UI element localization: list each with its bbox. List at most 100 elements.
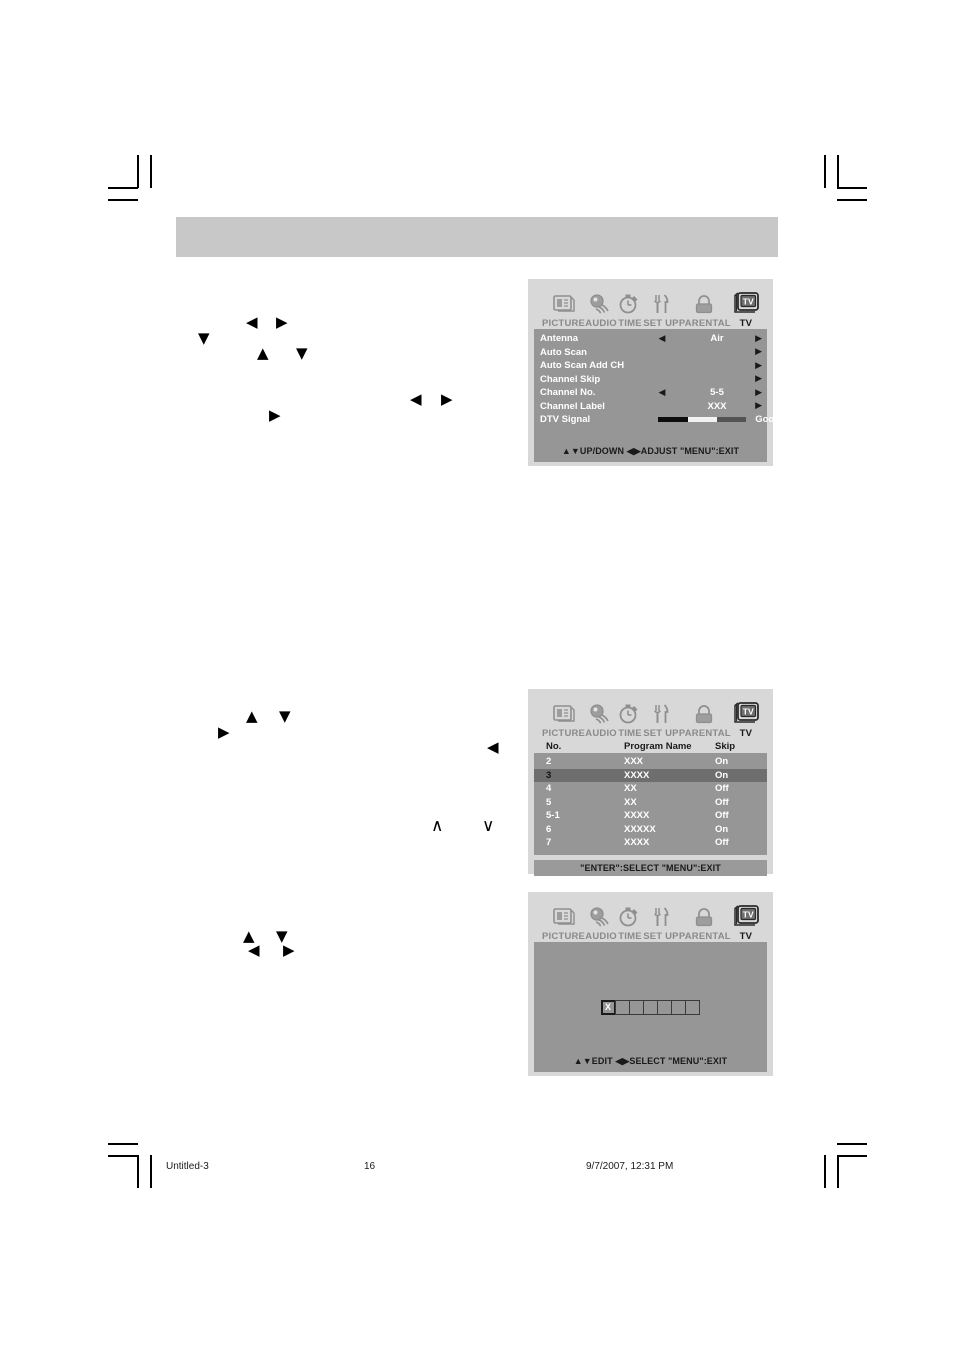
osd-panel-channel-label: PICTURE AUDIO TIME SET UP PARENTAL TV TV X ▲▼E…: [528, 892, 773, 1076]
cell-skip-state: On: [715, 823, 729, 835]
osd-body-tv-menu: Antenna ◀ Air ▶ Auto Scan ▶ Auto Scan Add CH ▶ C…: [534, 329, 780, 462]
osd-tab-label: TIME: [618, 728, 642, 739]
channel-label-cell[interactable]: X: [600, 999, 616, 1015]
right-arrow-icon[interactable]: ▶: [746, 374, 762, 384]
tv-menu-row[interactable]: Channel Label XXX ▶: [534, 400, 767, 414]
cell-program-name: XXXX: [624, 769, 650, 781]
dtv-signal-segment: [687, 417, 717, 423]
cell-program-name: XXX: [624, 756, 644, 768]
channel-label-cell[interactable]: [684, 999, 700, 1015]
channel-label-cell[interactable]: [614, 999, 630, 1015]
osd-tab-label: PARENTAL: [678, 728, 731, 739]
osd-tab-tv[interactable]: TV TV: [731, 700, 761, 739]
crop-mark-bottom-right: [812, 1143, 872, 1191]
table-row[interactable]: 2 XXX On: [534, 755, 767, 769]
right-arrow-icon[interactable]: ▶: [746, 401, 762, 411]
osd-tab-label: PARENTAL: [678, 318, 731, 329]
tv-menu-row[interactable]: Channel No. ◀ 5-5 ▶: [534, 386, 767, 400]
osd-tab-audio[interactable]: AUDIO: [585, 903, 617, 942]
osd-tab-picture[interactable]: PICTURE: [542, 290, 585, 329]
tv-menu-row[interactable]: Antenna ◀ Air ▶: [534, 332, 767, 346]
cell-channel-no: 3: [546, 769, 552, 781]
osd-tab-set-up[interactable]: SET UP: [643, 290, 679, 329]
footer-page-number: 16: [364, 1161, 376, 1172]
tv-set-icon: TV: [731, 290, 761, 316]
right-arrow-icon: ▶: [283, 941, 295, 959]
right-arrow-icon[interactable]: ▶: [746, 361, 762, 371]
osd-tab-audio[interactable]: AUDIO: [585, 290, 617, 329]
tv-menu-row[interactable]: Auto Scan Add CH ▶: [534, 359, 767, 373]
osd-tab-picture[interactable]: PICTURE: [542, 903, 585, 942]
osd-tab-audio[interactable]: AUDIO: [585, 700, 617, 739]
osd-tab-time[interactable]: TIME: [617, 903, 643, 942]
cell-program-name: XX: [624, 783, 637, 795]
down-arrow-icon: ▼: [279, 707, 291, 725]
osd-tab-label: TIME: [618, 318, 642, 329]
crop-mark-bottom-left: [108, 1143, 168, 1191]
osd-tab-label: PICTURE: [542, 318, 586, 329]
osd-tab-label: TV: [739, 728, 753, 739]
dtv-signal-label: DTV Signal: [540, 414, 591, 426]
crop-mark-top-left: [108, 155, 168, 203]
cell-channel-no: 5: [546, 796, 552, 808]
osd-tab-time[interactable]: TIME: [617, 700, 643, 739]
tv-menu-row-value: Air: [710, 333, 724, 345]
osd-hint-channel-skip: "ENTER":SELECT "MENU":EXIT: [534, 860, 767, 876]
tv-set-icon: TV: [731, 903, 761, 929]
cell-program-name: XXXX: [624, 810, 650, 822]
right-arrow-icon[interactable]: ▶: [746, 334, 762, 344]
osd-tab-time[interactable]: TIME: [617, 290, 643, 329]
padlock-icon: [692, 903, 718, 929]
osd-tab-label: TV: [739, 931, 753, 942]
tv-menu-row-label: Auto Scan Add CH: [540, 360, 625, 372]
osd-body-channel-label: X ▲▼EDIT ◀▶SELECT "MENU":EXIT: [534, 942, 767, 1072]
osd-tab-tv[interactable]: TV TV: [731, 290, 761, 329]
picture-monitor-icon: [551, 290, 577, 316]
tv-menu-row[interactable]: Auto Scan ▶: [534, 346, 767, 360]
channel-label-cell[interactable]: [670, 999, 686, 1015]
column-header-no: No.: [546, 740, 562, 752]
osd-tab-parental[interactable]: PARENTAL: [679, 903, 731, 942]
left-arrow-icon[interactable]: ◀: [636, 388, 688, 398]
osd-tab-set-up[interactable]: SET UP: [643, 700, 679, 739]
table-row[interactable]: 7 XXXX Off: [534, 836, 767, 850]
osd-tab-parental[interactable]: PARENTAL: [679, 700, 731, 739]
osd-tab-picture[interactable]: PICTURE: [542, 700, 585, 739]
stopwatch-icon: [617, 290, 643, 316]
left-arrow-icon: ◀: [248, 941, 260, 959]
column-header-program-name: Program Name: [624, 740, 692, 752]
right-arrow-icon[interactable]: ▶: [746, 388, 762, 398]
table-row[interactable]: 3 XXXX On: [534, 768, 767, 782]
osd-tab-label: PARENTAL: [678, 931, 731, 942]
right-arrow-icon[interactable]: ▶: [746, 347, 762, 357]
speaker-waves-icon: [588, 700, 614, 726]
table-row[interactable]: 5-1 XXXX Off: [534, 809, 767, 823]
speaker-waves-icon: [588, 903, 614, 929]
fork-knife-icon: [648, 290, 674, 316]
channel-label-cell[interactable]: [628, 999, 644, 1015]
right-arrow-icon: ▶: [269, 406, 281, 424]
table-row[interactable]: 6 XXXXX On: [534, 823, 767, 837]
osd-tab-tv[interactable]: TV TV: [731, 903, 761, 942]
table-row[interactable]: 5 XX Off: [534, 796, 767, 810]
osd-panel-channel-skip: PICTURE AUDIO TIME SET UP PARENTAL TV TV No. P…: [528, 689, 773, 876]
cell-program-name: XXXXX: [624, 823, 656, 835]
cell-skip-state: Off: [715, 837, 729, 849]
channel-label-cell[interactable]: [656, 999, 672, 1015]
channel-label-cell-group[interactable]: X: [600, 999, 700, 1015]
column-header-skip: Skip: [715, 740, 736, 752]
channel-skip-table-header: No. Program Name Skip: [534, 739, 767, 753]
osd-hint-channel-label: ▲▼EDIT ◀▶SELECT "MENU":EXIT: [573, 1056, 728, 1066]
left-arrow-icon[interactable]: ◀: [636, 334, 688, 344]
table-row[interactable]: 4 XX Off: [534, 782, 767, 796]
up-chevron-icon: ∧: [431, 816, 444, 836]
right-arrow-icon: ▶: [276, 313, 288, 331]
padlock-icon: [692, 290, 718, 316]
footer-file-name: Untitled-3: [166, 1161, 209, 1172]
stopwatch-icon: [617, 903, 643, 929]
tv-menu-row[interactable]: Channel Skip ▶: [534, 373, 767, 387]
osd-tab-set-up[interactable]: SET UP: [643, 903, 679, 942]
dtv-signal-meter: [636, 417, 746, 423]
channel-label-cell[interactable]: [642, 999, 658, 1015]
osd-tab-parental[interactable]: PARENTAL: [679, 290, 731, 329]
